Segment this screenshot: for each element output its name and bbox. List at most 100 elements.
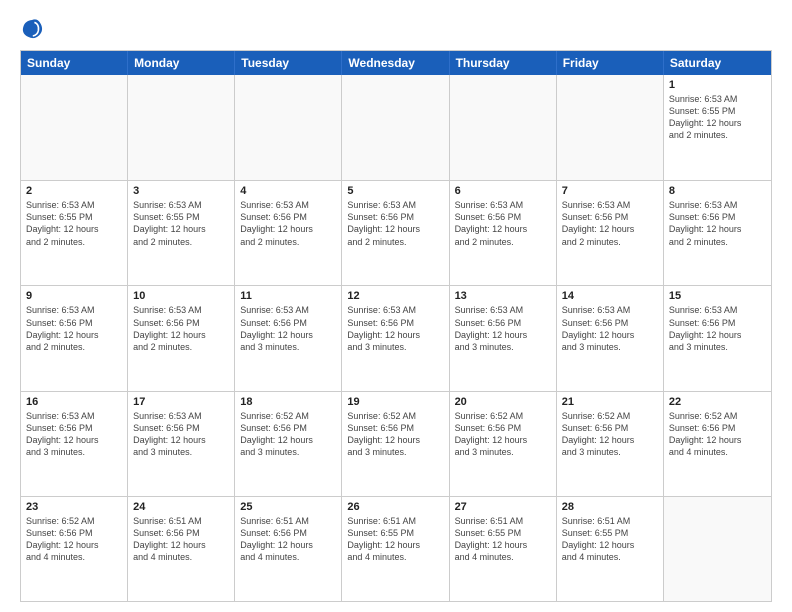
calendar-cell-8: 8 Sunrise: 6:53 AM Sunset: 6:56 PM Daylig… bbox=[664, 181, 771, 285]
day-info: Sunrise: 6:53 AM Sunset: 6:56 PM Dayligh… bbox=[26, 410, 122, 459]
day-number: 6 bbox=[455, 185, 551, 197]
day-number: 13 bbox=[455, 290, 551, 302]
calendar-cell-16: 16 Sunrise: 6:53 AM Sunset: 6:56 PM Dayli… bbox=[21, 392, 128, 496]
calendar-header: SundayMondayTuesdayWednesdayThursdayFrid… bbox=[21, 51, 771, 75]
calendar-cell-26: 26 Sunrise: 6:51 AM Sunset: 6:55 PM Dayli… bbox=[342, 497, 449, 601]
day-number: 16 bbox=[26, 396, 122, 408]
day-number: 11 bbox=[240, 290, 336, 302]
calendar-weekday-friday: Friday bbox=[557, 51, 664, 75]
day-info: Sunrise: 6:52 AM Sunset: 6:56 PM Dayligh… bbox=[562, 410, 658, 459]
day-number: 10 bbox=[133, 290, 229, 302]
day-info: Sunrise: 6:52 AM Sunset: 6:56 PM Dayligh… bbox=[455, 410, 551, 459]
day-number: 26 bbox=[347, 501, 443, 513]
calendar-row-2: 2 Sunrise: 6:53 AM Sunset: 6:55 PM Daylig… bbox=[21, 180, 771, 285]
day-number: 8 bbox=[669, 185, 766, 197]
logo-icon bbox=[20, 16, 44, 40]
day-number: 18 bbox=[240, 396, 336, 408]
day-number: 19 bbox=[347, 396, 443, 408]
calendar-cell-7: 7 Sunrise: 6:53 AM Sunset: 6:56 PM Daylig… bbox=[557, 181, 664, 285]
day-info: Sunrise: 6:53 AM Sunset: 6:55 PM Dayligh… bbox=[133, 199, 229, 248]
day-number: 1 bbox=[669, 79, 766, 91]
calendar-cell-empty-5 bbox=[557, 75, 664, 180]
day-info: Sunrise: 6:53 AM Sunset: 6:56 PM Dayligh… bbox=[26, 304, 122, 353]
calendar-cell-11: 11 Sunrise: 6:53 AM Sunset: 6:56 PM Dayli… bbox=[235, 286, 342, 390]
calendar-row-3: 9 Sunrise: 6:53 AM Sunset: 6:56 PM Daylig… bbox=[21, 285, 771, 390]
day-info: Sunrise: 6:51 AM Sunset: 6:55 PM Dayligh… bbox=[347, 515, 443, 564]
day-info: Sunrise: 6:53 AM Sunset: 6:56 PM Dayligh… bbox=[455, 199, 551, 248]
day-info: Sunrise: 6:51 AM Sunset: 6:56 PM Dayligh… bbox=[240, 515, 336, 564]
header bbox=[20, 16, 772, 40]
calendar-cell-6: 6 Sunrise: 6:53 AM Sunset: 6:56 PM Daylig… bbox=[450, 181, 557, 285]
day-info: Sunrise: 6:52 AM Sunset: 6:56 PM Dayligh… bbox=[347, 410, 443, 459]
calendar-weekday-saturday: Saturday bbox=[664, 51, 771, 75]
page: SundayMondayTuesdayWednesdayThursdayFrid… bbox=[0, 0, 792, 612]
calendar-cell-5: 5 Sunrise: 6:53 AM Sunset: 6:56 PM Daylig… bbox=[342, 181, 449, 285]
calendar-cell-20: 20 Sunrise: 6:52 AM Sunset: 6:56 PM Dayli… bbox=[450, 392, 557, 496]
day-number: 25 bbox=[240, 501, 336, 513]
day-info: Sunrise: 6:53 AM Sunset: 6:56 PM Dayligh… bbox=[669, 199, 766, 248]
calendar-cell-3: 3 Sunrise: 6:53 AM Sunset: 6:55 PM Daylig… bbox=[128, 181, 235, 285]
logo bbox=[20, 16, 48, 40]
calendar-cell-21: 21 Sunrise: 6:52 AM Sunset: 6:56 PM Dayli… bbox=[557, 392, 664, 496]
calendar-cell-24: 24 Sunrise: 6:51 AM Sunset: 6:56 PM Dayli… bbox=[128, 497, 235, 601]
calendar-cell-22: 22 Sunrise: 6:52 AM Sunset: 6:56 PM Dayli… bbox=[664, 392, 771, 496]
calendar-cell-14: 14 Sunrise: 6:53 AM Sunset: 6:56 PM Dayli… bbox=[557, 286, 664, 390]
day-number: 15 bbox=[669, 290, 766, 302]
calendar-cell-4: 4 Sunrise: 6:53 AM Sunset: 6:56 PM Daylig… bbox=[235, 181, 342, 285]
calendar-cell-17: 17 Sunrise: 6:53 AM Sunset: 6:56 PM Dayli… bbox=[128, 392, 235, 496]
day-info: Sunrise: 6:51 AM Sunset: 6:56 PM Dayligh… bbox=[133, 515, 229, 564]
day-info: Sunrise: 6:53 AM Sunset: 6:56 PM Dayligh… bbox=[347, 304, 443, 353]
day-info: Sunrise: 6:51 AM Sunset: 6:55 PM Dayligh… bbox=[455, 515, 551, 564]
day-info: Sunrise: 6:52 AM Sunset: 6:56 PM Dayligh… bbox=[240, 410, 336, 459]
calendar-body: 1 Sunrise: 6:53 AM Sunset: 6:55 PM Daylig… bbox=[21, 75, 771, 601]
day-info: Sunrise: 6:53 AM Sunset: 6:56 PM Dayligh… bbox=[133, 410, 229, 459]
day-info: Sunrise: 6:53 AM Sunset: 6:56 PM Dayligh… bbox=[133, 304, 229, 353]
day-info: Sunrise: 6:52 AM Sunset: 6:56 PM Dayligh… bbox=[669, 410, 766, 459]
day-number: 21 bbox=[562, 396, 658, 408]
calendar-row-4: 16 Sunrise: 6:53 AM Sunset: 6:56 PM Dayli… bbox=[21, 391, 771, 496]
calendar: SundayMondayTuesdayWednesdayThursdayFrid… bbox=[20, 50, 772, 602]
day-number: 4 bbox=[240, 185, 336, 197]
day-number: 7 bbox=[562, 185, 658, 197]
calendar-cell-2: 2 Sunrise: 6:53 AM Sunset: 6:55 PM Daylig… bbox=[21, 181, 128, 285]
calendar-cell-27: 27 Sunrise: 6:51 AM Sunset: 6:55 PM Dayli… bbox=[450, 497, 557, 601]
day-number: 3 bbox=[133, 185, 229, 197]
calendar-cell-empty-6 bbox=[664, 497, 771, 601]
day-number: 14 bbox=[562, 290, 658, 302]
day-info: Sunrise: 6:53 AM Sunset: 6:56 PM Dayligh… bbox=[347, 199, 443, 248]
day-number: 24 bbox=[133, 501, 229, 513]
day-info: Sunrise: 6:53 AM Sunset: 6:56 PM Dayligh… bbox=[240, 199, 336, 248]
day-info: Sunrise: 6:53 AM Sunset: 6:56 PM Dayligh… bbox=[455, 304, 551, 353]
day-number: 23 bbox=[26, 501, 122, 513]
day-number: 12 bbox=[347, 290, 443, 302]
calendar-weekday-sunday: Sunday bbox=[21, 51, 128, 75]
day-number: 20 bbox=[455, 396, 551, 408]
day-info: Sunrise: 6:51 AM Sunset: 6:55 PM Dayligh… bbox=[562, 515, 658, 564]
day-number: 9 bbox=[26, 290, 122, 302]
calendar-weekday-tuesday: Tuesday bbox=[235, 51, 342, 75]
calendar-row-5: 23Sunrise: 6:52 AM Sunset: 6:56 PM Dayli… bbox=[21, 496, 771, 601]
calendar-weekday-wednesday: Wednesday bbox=[342, 51, 449, 75]
calendar-cell-15: 15 Sunrise: 6:53 AM Sunset: 6:56 PM Dayli… bbox=[664, 286, 771, 390]
calendar-cell-28: 28 Sunrise: 6:51 AM Sunset: 6:55 PM Dayli… bbox=[557, 497, 664, 601]
calendar-cell-18: 18 Sunrise: 6:52 AM Sunset: 6:56 PM Dayli… bbox=[235, 392, 342, 496]
day-number: 17 bbox=[133, 396, 229, 408]
day-info: Sunrise: 6:53 AM Sunset: 6:55 PM Dayligh… bbox=[26, 199, 122, 248]
day-info: Sunrise: 6:53 AM Sunset: 6:56 PM Dayligh… bbox=[240, 304, 336, 353]
day-number: 27 bbox=[455, 501, 551, 513]
day-info: Sunrise: 6:53 AM Sunset: 6:56 PM Dayligh… bbox=[669, 304, 766, 353]
calendar-cell-empty-4 bbox=[450, 75, 557, 180]
day-info: Sunrise: 6:53 AM Sunset: 6:56 PM Dayligh… bbox=[562, 199, 658, 248]
calendar-cell-empty-2 bbox=[235, 75, 342, 180]
day-number: 28 bbox=[562, 501, 658, 513]
day-number: 2 bbox=[26, 185, 122, 197]
calendar-cell-13: 13 Sunrise: 6:53 AM Sunset: 6:56 PM Dayli… bbox=[450, 286, 557, 390]
calendar-cell-empty-1 bbox=[128, 75, 235, 180]
calendar-cell-empty-0 bbox=[21, 75, 128, 180]
calendar-row-1: 1Sunrise: 6:53 AM Sunset: 6:55 PM Daylig… bbox=[21, 75, 771, 180]
calendar-cell-empty-3 bbox=[342, 75, 449, 180]
day-number: 22 bbox=[669, 396, 766, 408]
day-number: 5 bbox=[347, 185, 443, 197]
calendar-cell-10: 10 Sunrise: 6:53 AM Sunset: 6:56 PM Dayli… bbox=[128, 286, 235, 390]
day-info: Sunrise: 6:53 AM Sunset: 6:56 PM Dayligh… bbox=[562, 304, 658, 353]
